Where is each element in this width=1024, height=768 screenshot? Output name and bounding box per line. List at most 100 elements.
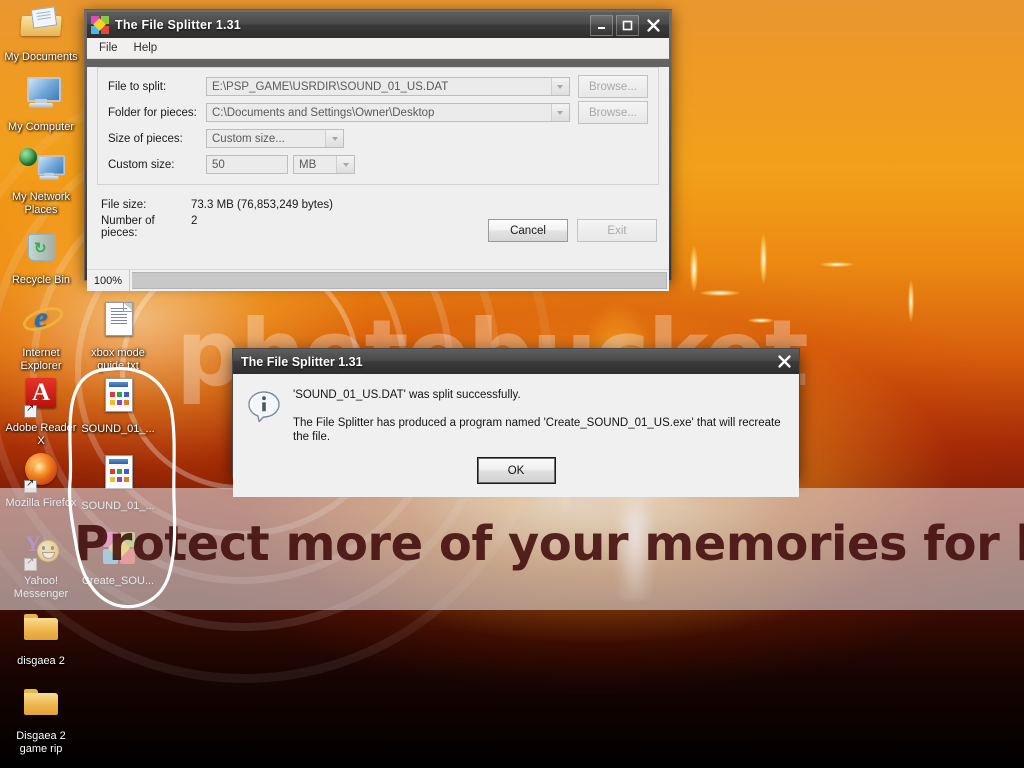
progress-percent-label: 100%	[87, 270, 130, 291]
desktop-icon-sound-01-piece-1[interactable]: SOUND_01_...	[80, 376, 156, 436]
chevron-down-icon[interactable]	[336, 156, 354, 173]
main-window-titlebar[interactable]: The File Splitter 1.31	[87, 12, 669, 38]
shortcut-arrow-icon	[24, 403, 37, 418]
folder-icon	[17, 683, 65, 727]
cancel-button[interactable]: Cancel	[488, 219, 568, 242]
dialog-message: 'SOUND_01_US.DAT' was split successfully…	[285, 388, 785, 458]
minimize-icon[interactable]	[590, 15, 613, 36]
browse-file-button[interactable]: Browse...	[577, 75, 648, 98]
dat-file-icon	[94, 376, 142, 420]
success-message-dialog[interactable]: The File Splitter 1.31 'SOUND_01_US.DAT'…	[232, 348, 800, 497]
desktop-icon-my-computer[interactable]: My Computer	[3, 74, 79, 134]
pieces-value: 2	[191, 215, 198, 227]
wallpaper-spark	[748, 318, 774, 323]
documents-folder-icon	[17, 4, 65, 48]
ok-button[interactable]: OK	[476, 457, 556, 484]
desktop-icon-label: SOUND_01_...	[81, 500, 155, 512]
size-of-pieces-value: Custom size...	[212, 132, 285, 145]
menu-item-help[interactable]: Help	[127, 40, 165, 56]
network-places-icon	[17, 144, 65, 188]
maximize-icon[interactable]	[616, 15, 639, 36]
desktop-icon-internet-explorer[interactable]: e Internet Explorer	[3, 300, 79, 372]
desktop-icon-yahoo-messenger[interactable]: Y! Yahoo! Messenger	[3, 528, 79, 600]
desktop-icon-label: Adobe Reader X	[5, 422, 77, 447]
field-row-custom-size: Custom size: 50 MB	[108, 155, 648, 174]
desktop-icon-label: Create_SOU...	[81, 575, 155, 587]
desktop-icon-label: My Documents	[4, 51, 78, 63]
wallpaper-spark	[820, 262, 854, 267]
wallpaper-spark	[760, 234, 767, 284]
folder-for-pieces-value: C:\Documents and Settings\Owner\Desktop	[212, 106, 435, 119]
desktop-icon-xbox-mode-guide[interactable]: xbox mode guide.txt	[80, 300, 156, 372]
field-label: File to split:	[108, 80, 167, 93]
desktop-icon-label: xbox mode guide.txt	[91, 347, 145, 372]
custom-size-unit-combo[interactable]: MB	[293, 155, 355, 174]
custom-size-unit-value: MB	[299, 158, 317, 171]
field-label: Custom size:	[108, 158, 175, 171]
desktop-icon-label: Yahoo! Messenger	[13, 575, 69, 600]
information-icon	[247, 388, 285, 458]
desktop-icon-disgaea-2[interactable]: disgaea 2	[3, 608, 79, 668]
field-row-size-of-pieces: Size of pieces: Custom size...	[108, 129, 648, 148]
dialog-body: 'SOUND_01_US.DAT' was split successfully…	[233, 374, 799, 458]
dialog-message-line-1: 'SOUND_01_US.DAT' was split successfully…	[293, 389, 521, 401]
shortcut-arrow-icon	[24, 556, 37, 571]
folder-for-pieces-combo[interactable]: C:\Documents and Settings\Owner\Desktop	[206, 103, 570, 122]
field-label: Size of pieces:	[108, 132, 183, 145]
exit-button[interactable]: Exit	[577, 219, 657, 242]
wallpaper-spark	[908, 280, 914, 322]
text-file-icon	[94, 300, 142, 344]
field-label: Folder for pieces:	[108, 106, 197, 119]
progress-track	[132, 272, 667, 289]
browse-folder-button[interactable]: Browse...	[577, 101, 648, 124]
desktop-icon-create-sound-exe[interactable]: Create_SOU...	[80, 528, 156, 588]
main-window-title: The File Splitter 1.31	[115, 18, 241, 32]
desktop-icon-disgaea-2-game-rip[interactable]: Disgaea 2 game rip	[3, 683, 79, 755]
window-controls[interactable]	[590, 15, 665, 36]
main-window-menubar[interactable]: File Help	[87, 38, 669, 59]
chevron-down-icon[interactable]	[550, 104, 569, 121]
adobe-reader-icon: A	[17, 375, 65, 419]
desktop-icon-my-documents[interactable]: My Documents	[3, 4, 79, 64]
menu-item-file[interactable]: File	[92, 40, 125, 56]
dialog-title: The File Splitter 1.31	[241, 354, 363, 369]
desktop-icon-my-network-places[interactable]: My Network Places	[3, 144, 79, 216]
file-size-label: File size:	[101, 199, 147, 211]
main-window-body: File to split: E:\PSP_GAME\USRDIR\SOUND_…	[87, 67, 669, 291]
computer-icon	[17, 74, 65, 118]
file-to-split-value: E:\PSP_GAME\USRDIR\SOUND_01_US.DAT	[212, 80, 449, 93]
close-icon[interactable]	[773, 351, 795, 371]
desktop-icon-label: Recycle Bin	[11, 274, 71, 286]
dialog-footer: OK	[233, 457, 799, 497]
file-splitter-exe-icon	[94, 528, 142, 572]
desktop-icon-adobe-reader[interactable]: A Adobe Reader X	[3, 375, 79, 447]
desktop-icon-label: Internet Explorer	[20, 347, 62, 372]
wallpaper-spark	[690, 246, 698, 292]
desktop-icon-label: My Network Places	[11, 191, 71, 216]
desktop-icon-label: disgaea 2	[17, 655, 65, 667]
chevron-down-icon[interactable]	[550, 78, 569, 95]
file-size-row: File size: 73.3 MB (76,853,249 bytes)	[101, 199, 669, 211]
wallpaper-spark	[700, 290, 740, 296]
folder-icon	[17, 608, 65, 652]
field-row-folder-for-pieces: Folder for pieces: C:\Documents and Sett…	[108, 101, 648, 124]
recycle-bin-icon: ↻	[17, 227, 65, 271]
yahoo-messenger-icon: Y!	[17, 528, 65, 572]
action-buttons: Cancel Exit	[488, 219, 657, 242]
dialog-message-line-2: The File Splitter has produced a program…	[293, 417, 781, 443]
size-of-pieces-combo[interactable]: Custom size...	[206, 129, 344, 148]
desktop-icon-sound-01-piece-2[interactable]: SOUND_01_...	[80, 453, 156, 513]
file-splitter-icon	[91, 16, 109, 34]
file-to-split-combo[interactable]: E:\PSP_GAME\USRDIR\SOUND_01_US.DAT	[206, 77, 570, 96]
close-icon[interactable]	[642, 15, 665, 36]
custom-size-input[interactable]: 50	[206, 155, 288, 174]
desktop-icon-mozilla-firefox[interactable]: Mozilla Firefox	[3, 450, 79, 510]
dialog-titlebar[interactable]: The File Splitter 1.31	[233, 349, 799, 374]
chevron-down-icon[interactable]	[325, 130, 343, 147]
field-row-file-to-split: File to split: E:\PSP_GAME\USRDIR\SOUND_…	[108, 75, 648, 98]
desktop-icon-label: Disgaea 2 game rip	[16, 730, 66, 755]
desktop-icon-recycle-bin[interactable]: ↻ Recycle Bin	[3, 227, 79, 287]
desktop-icon-label: Mozilla Firefox	[5, 497, 77, 509]
shortcut-arrow-icon	[24, 478, 37, 493]
main-window[interactable]: The File Splitter 1.31 File Help File to…	[84, 9, 672, 291]
